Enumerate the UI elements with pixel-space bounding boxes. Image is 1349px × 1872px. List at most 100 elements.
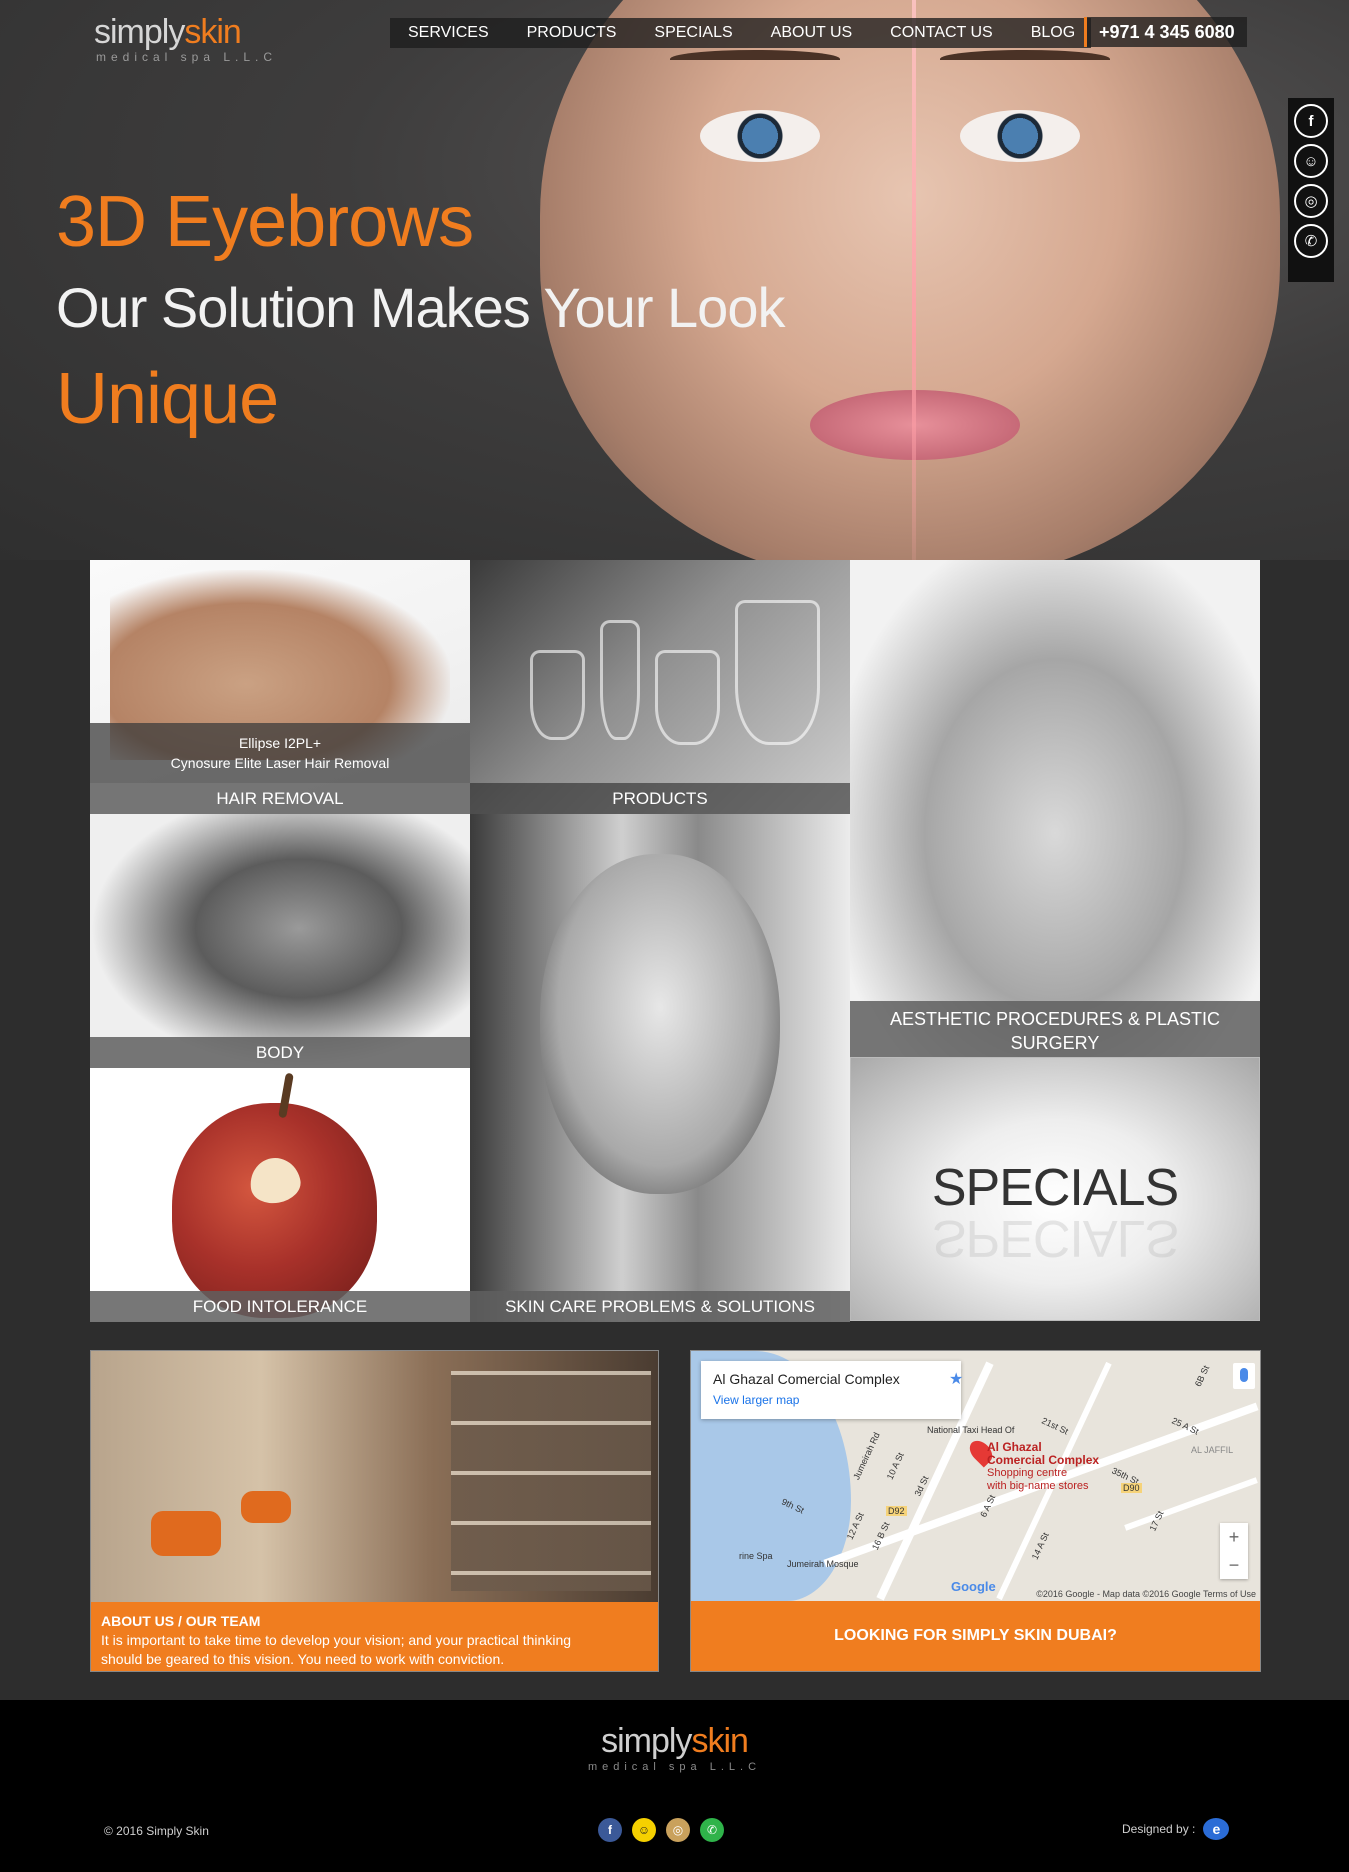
pin-title-line-2: Comercial Complex — [987, 1453, 1100, 1467]
whatsapp-icon[interactable]: ✆ — [1294, 224, 1328, 258]
aesthetic-label-line-1: AESTHETIC PROCEDURES & PLASTIC — [889, 1009, 1221, 1029]
instagram-icon[interactable]: ◎ — [1294, 184, 1328, 218]
site-logo[interactable]: simplyskin medical spa L.L.C — [94, 14, 277, 64]
street-label: 14 A St — [1029, 1530, 1051, 1562]
eye-left — [700, 110, 820, 162]
street-label: 6B St — [1192, 1363, 1212, 1389]
looking-for-us-button[interactable]: LOOKING FOR SIMPLY SKIN DUBAI? — [691, 1601, 1260, 1671]
footer: simplyskin medical spa L.L.C © 2016 Simp… — [0, 1700, 1349, 1872]
tile-specials[interactable]: SPECIALS SPECIALS — [850, 1057, 1260, 1321]
road-shield: D90 — [1121, 1483, 1142, 1493]
tile-label-food-intolerance: FOOD INTOLERANCE — [90, 1291, 470, 1322]
logo-word-simply: simply — [94, 13, 185, 51]
embedded-map[interactable]: Al Ghazal Comercial Complex View larger … — [691, 1351, 1260, 1601]
nav-services[interactable]: SERVICES — [408, 24, 489, 42]
about-us-card[interactable]: ABOUT US / OUR TEAM It is important to t… — [90, 1350, 659, 1672]
tile-products[interactable]: PRODUCTS — [470, 560, 850, 814]
hair-removal-subtitle-line-1: Ellipse I2PL+ — [238, 735, 322, 751]
designed-by-label: Designed by : — [1122, 1822, 1196, 1836]
nav-blog[interactable]: BLOG — [1031, 24, 1075, 42]
about-us-body-line-1: It is important to take time to develop … — [101, 1632, 572, 1648]
save-star-icon[interactable]: ★ — [949, 1369, 963, 1389]
apple-image — [172, 1103, 377, 1318]
snapchat-icon[interactable]: ☺ — [632, 1818, 656, 1842]
tile-label-aesthetic: AESTHETIC PROCEDURES & PLASTIC SURGERY — [850, 1001, 1260, 1057]
hero-line-1: 3D Eyebrows — [56, 182, 474, 262]
tile-label-hair-removal: HAIR REMOVAL — [90, 783, 470, 814]
map-pin-label: Al Ghazal Comercial Complex Shopping cen… — [987, 1441, 1099, 1493]
tile-aesthetic-procedures[interactable]: AESTHETIC PROCEDURES & PLASTIC SURGERY — [850, 560, 1260, 1057]
flask-image — [530, 650, 585, 740]
street-label: Jumeirah Rd — [851, 1430, 882, 1482]
whatsapp-icon[interactable]: ✆ — [700, 1818, 724, 1842]
social-sidebar: f ☺ ◎ ✆ — [1288, 98, 1334, 282]
logo-tagline: medical spa L.L.C — [96, 50, 278, 64]
product-shelf-image — [451, 1371, 651, 1591]
map-info-box: Al Ghazal Comercial Complex View larger … — [701, 1361, 961, 1419]
about-us-body-line-2: should be geared to this vision. You nee… — [101, 1651, 505, 1667]
hair-removal-subtitle: Ellipse I2PL+ Cynosure Elite Laser Hair … — [90, 723, 470, 783]
footer-social-links: f ☺ ◎ ✆ — [598, 1818, 724, 1842]
street-view-pegman-icon[interactable] — [1233, 1363, 1255, 1389]
chair-image — [241, 1491, 291, 1523]
instagram-icon[interactable]: ◎ — [666, 1818, 690, 1842]
tile-label-body: BODY — [90, 1037, 470, 1068]
footer-logo[interactable]: simplyskin medical spa L.L.C — [0, 1722, 1349, 1773]
hero-headline: 3D Eyebrows Our Solution Makes Your Look… — [56, 182, 785, 444]
tile-label-skin-care: SKIN CARE PROBLEMS & SOLUTIONS — [470, 1291, 850, 1322]
about-us-title[interactable]: ABOUT US / OUR TEAM — [101, 1612, 651, 1631]
tile-label-products: PRODUCTS — [470, 783, 850, 814]
district-label: AL JAFFIL — [1191, 1445, 1234, 1455]
pin-sub-line-2: with big-name stores — [987, 1480, 1089, 1492]
nav-about-us[interactable]: ABOUT US — [771, 24, 853, 42]
street-label: 17 St — [1147, 1509, 1166, 1533]
map-place-name: Al Ghazal Comercial Complex — [713, 1371, 900, 1387]
about-us-text: ABOUT US / OUR TEAM It is important to t… — [101, 1612, 651, 1669]
logo-word-skin: skin — [184, 13, 241, 51]
tile-food-intolerance[interactable]: FOOD INTOLERANCE — [90, 1068, 470, 1322]
copyright-text: © 2016 Simply Skin — [104, 1824, 209, 1838]
footer-logo-tagline: medical spa L.L.C — [587, 1761, 762, 1773]
hero-line-3: Unique — [56, 359, 279, 439]
hero-line-2: Our Solution Makes Your Look — [56, 276, 785, 339]
tile-body[interactable]: BODY — [90, 814, 470, 1068]
eyebrow-left — [670, 50, 840, 68]
face-image — [540, 854, 780, 1194]
google-logo: Google — [951, 1579, 996, 1594]
clinic-photo — [91, 1351, 658, 1602]
street-label: 21st St — [1040, 1415, 1070, 1437]
facebook-icon[interactable]: f — [598, 1818, 622, 1842]
designed-by: Designed by : e — [1122, 1818, 1230, 1840]
location-card: Al Ghazal Comercial Complex View larger … — [690, 1350, 1261, 1672]
hair-removal-subtitle-line-2: Cynosure Elite Laser Hair Removal — [170, 755, 390, 771]
designer-logo-icon[interactable]: e — [1203, 1818, 1230, 1840]
zoom-in-button[interactable]: + — [1220, 1523, 1248, 1551]
aesthetic-label-line-2: SURGERY — [1010, 1033, 1100, 1053]
nav-products[interactable]: PRODUCTS — [527, 24, 617, 42]
map-zoom-control: + − — [1220, 1523, 1248, 1579]
specials-reflection: SPECIALS — [931, 1209, 1179, 1267]
footer-logo-word-simply: simply — [601, 1722, 692, 1760]
flask-image — [735, 600, 820, 745]
street-label: 10 A St — [884, 1450, 906, 1482]
hero-banner: simplyskin medical spa L.L.C SERVICES PR… — [0, 0, 1349, 560]
phone-number[interactable]: +971 4 345 6080 — [1084, 17, 1247, 47]
nav-specials[interactable]: SPECIALS — [654, 24, 732, 42]
tile-hair-removal[interactable]: Ellipse I2PL+ Cynosure Elite Laser Hair … — [90, 560, 470, 814]
tile-skin-care[interactable]: SKIN CARE PROBLEMS & SOLUTIONS — [470, 814, 850, 1322]
map-attribution[interactable]: ©2016 Google - Map data ©2016 Google Ter… — [1036, 1589, 1256, 1599]
facebook-icon[interactable]: f — [1294, 104, 1328, 138]
view-larger-map-link[interactable]: View larger map — [713, 1393, 949, 1407]
test-tube-image — [600, 620, 640, 740]
pin-sub-line-1: Shopping centre — [987, 1467, 1068, 1479]
flask-image — [655, 650, 720, 745]
mosque-label: Jumeirah Mosque — [787, 1559, 859, 1569]
nav-contact-us[interactable]: CONTACT US — [890, 24, 993, 42]
snapchat-icon[interactable]: ☺ — [1294, 144, 1328, 178]
chair-image — [151, 1511, 221, 1556]
road-shield: D92 — [886, 1506, 907, 1516]
zoom-out-button[interactable]: − — [1220, 1551, 1248, 1579]
eyebrow-right — [940, 50, 1110, 68]
footer-logo-word-skin: skin — [691, 1722, 748, 1760]
laser-line — [912, 0, 916, 560]
